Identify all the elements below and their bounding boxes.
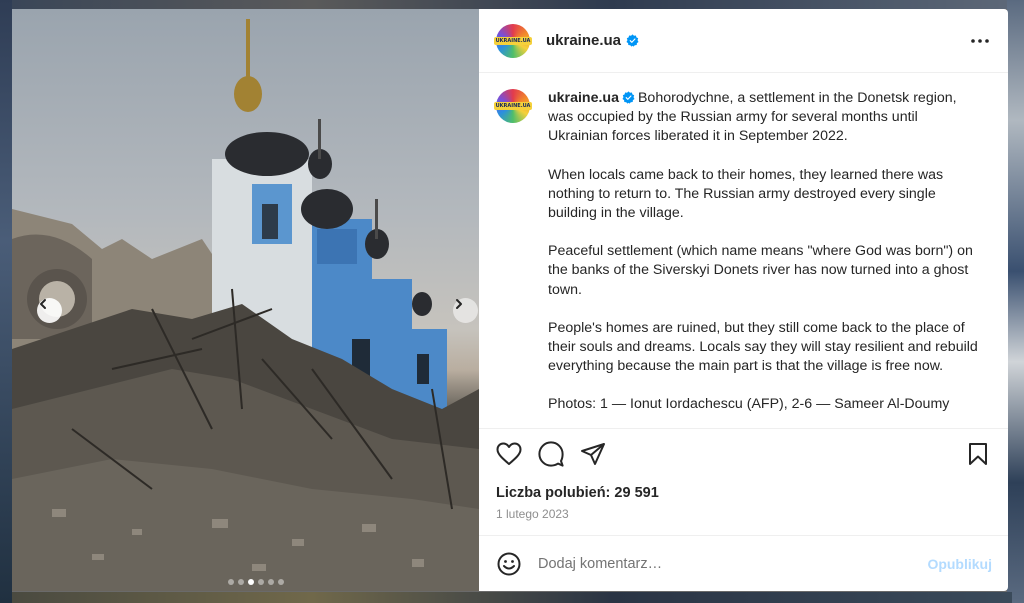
bookmark-icon xyxy=(969,442,987,465)
chevron-left-icon xyxy=(40,299,46,309)
comment-bar: Opublikuj xyxy=(479,535,1008,591)
header-username[interactable]: ukraine.ua xyxy=(546,32,621,49)
emoji-smile-icon xyxy=(497,552,521,575)
carousel-prev-button[interactable] xyxy=(37,298,62,323)
send-icon xyxy=(581,442,605,465)
caption-text: ukraine.ua Bohorodychne, a settlement in … xyxy=(548,89,980,428)
caption-username[interactable]: ukraine.ua xyxy=(548,90,619,106)
backdrop-top xyxy=(12,0,1012,9)
comment-bubble-icon xyxy=(538,440,564,467)
caption-paragraph: ukraine.ua Bohorodychne, a settlement in … xyxy=(548,89,980,147)
carousel-dot xyxy=(228,579,234,585)
more-horizontal-icon xyxy=(971,38,989,43)
avatar[interactable]: UKRAINE.UA xyxy=(493,23,533,58)
verified-badge-icon xyxy=(626,34,639,47)
backdrop-bottom xyxy=(12,592,1012,603)
post-photo[interactable] xyxy=(12,9,479,591)
comment-button[interactable] xyxy=(537,440,565,468)
share-button[interactable] xyxy=(579,440,607,468)
post-header: UKRAINE.UA ukraine.ua xyxy=(479,9,1008,73)
heart-icon xyxy=(496,442,522,465)
carousel-dots xyxy=(228,579,284,585)
caption-section: UKRAINE.UA ukraine.ua Bohorodychne, a set… xyxy=(479,73,1008,428)
verified-badge-icon xyxy=(622,91,635,104)
carousel-dot xyxy=(238,579,244,585)
like-button[interactable] xyxy=(495,440,523,468)
post-side-panel: UKRAINE.UA ukraine.ua UKRAINE.UA ukraine… xyxy=(479,9,1008,591)
caption-avatar[interactable]: UKRAINE.UA xyxy=(493,89,533,123)
backdrop-left xyxy=(0,0,12,603)
avatar-label: UKRAINE.UA xyxy=(493,102,533,110)
carousel-dot xyxy=(258,579,264,585)
backdrop-right xyxy=(1007,0,1024,603)
caption-paragraph-2: When locals came back to their homes, th… xyxy=(548,166,944,222)
caption-paragraph-3: Peaceful settlement (which name means "w… xyxy=(548,243,973,298)
carousel-dot xyxy=(278,579,284,585)
carousel-dot xyxy=(268,579,274,585)
action-bar xyxy=(479,428,1008,478)
more-options-button[interactable] xyxy=(968,29,992,53)
comment-input[interactable] xyxy=(538,555,928,572)
avatar-label: UKRAINE.UA xyxy=(493,36,533,45)
post-date[interactable]: 1 lutego 2023 xyxy=(496,507,569,521)
carousel-dot-active xyxy=(248,579,254,585)
church-ruins-image xyxy=(12,19,479,591)
chevron-right-icon xyxy=(456,299,462,309)
caption-paragraph-5: Photos: 1 — Ionut Iordachescu (AFP), 2-6… xyxy=(548,396,950,413)
likes-count[interactable]: Liczba polubień: 29 591 xyxy=(496,485,659,501)
carousel-next-button[interactable] xyxy=(453,298,478,323)
emoji-button[interactable] xyxy=(496,551,522,577)
publish-button[interactable]: Opublikuj xyxy=(927,556,992,572)
save-button[interactable] xyxy=(964,440,992,468)
caption-paragraph-4: People's homes are ruined, but they stil… xyxy=(548,319,978,375)
